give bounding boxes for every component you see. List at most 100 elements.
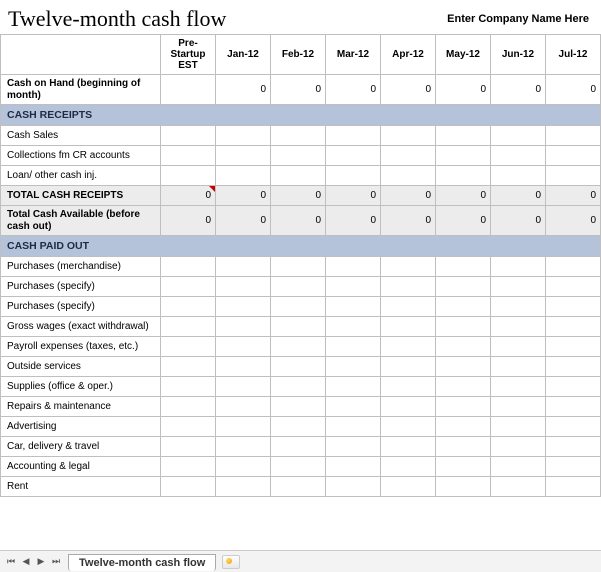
- cell[interactable]: [546, 337, 601, 357]
- nav-next-icon[interactable]: ▶: [34, 555, 48, 569]
- cell[interactable]: [546, 297, 601, 317]
- cell[interactable]: [271, 377, 326, 397]
- cell[interactable]: [326, 457, 381, 477]
- cell[interactable]: [491, 337, 546, 357]
- cell[interactable]: 0: [436, 75, 491, 105]
- company-name[interactable]: Enter Company Name Here: [447, 13, 589, 25]
- label[interactable]: Cash on Hand (beginning of month): [1, 75, 161, 105]
- cell[interactable]: [271, 297, 326, 317]
- nav-prev-icon[interactable]: ◀: [19, 555, 33, 569]
- cell[interactable]: [381, 257, 436, 277]
- cell[interactable]: [546, 146, 601, 166]
- cell[interactable]: 0: [491, 75, 546, 105]
- cell[interactable]: [546, 357, 601, 377]
- cell[interactable]: [161, 277, 216, 297]
- cell[interactable]: [381, 126, 436, 146]
- cell[interactable]: 0: [436, 186, 491, 206]
- cell[interactable]: 0: [491, 206, 546, 236]
- label[interactable]: Loan/ other cash inj.: [1, 166, 161, 186]
- cell[interactable]: [161, 377, 216, 397]
- cell[interactable]: [381, 146, 436, 166]
- cell[interactable]: [326, 437, 381, 457]
- cell[interactable]: [491, 126, 546, 146]
- col-prestartup[interactable]: Pre-Startup EST: [161, 35, 216, 75]
- cell[interactable]: [216, 257, 271, 277]
- cell[interactable]: [161, 257, 216, 277]
- cell[interactable]: [326, 126, 381, 146]
- cell[interactable]: [436, 146, 491, 166]
- cell[interactable]: [161, 417, 216, 437]
- cell[interactable]: [271, 357, 326, 377]
- cell[interactable]: [161, 317, 216, 337]
- cell[interactable]: [381, 437, 436, 457]
- cell[interactable]: [271, 417, 326, 437]
- cell[interactable]: [271, 437, 326, 457]
- cell[interactable]: 0: [216, 186, 271, 206]
- label[interactable]: Collections fm CR accounts: [1, 146, 161, 166]
- col-mar[interactable]: Mar-12: [326, 35, 381, 75]
- cell[interactable]: 0: [271, 186, 326, 206]
- cell[interactable]: [436, 477, 491, 497]
- cell[interactable]: [271, 317, 326, 337]
- cell[interactable]: [161, 75, 216, 105]
- cell[interactable]: [271, 146, 326, 166]
- cell[interactable]: [546, 257, 601, 277]
- cell[interactable]: [216, 277, 271, 297]
- cell[interactable]: [271, 257, 326, 277]
- cell[interactable]: [381, 397, 436, 417]
- cell[interactable]: 0: [161, 206, 216, 236]
- cell[interactable]: [546, 397, 601, 417]
- cell[interactable]: [436, 377, 491, 397]
- cell[interactable]: [271, 397, 326, 417]
- cell[interactable]: [546, 317, 601, 337]
- col-feb[interactable]: Feb-12: [271, 35, 326, 75]
- label[interactable]: Cash Sales: [1, 126, 161, 146]
- cell[interactable]: [326, 377, 381, 397]
- label[interactable]: Accounting & legal: [1, 457, 161, 477]
- cell[interactable]: 0: [381, 75, 436, 105]
- col-may[interactable]: May-12: [436, 35, 491, 75]
- cell[interactable]: [216, 357, 271, 377]
- cell[interactable]: [271, 337, 326, 357]
- cell[interactable]: [161, 357, 216, 377]
- cell[interactable]: [381, 377, 436, 397]
- label[interactable]: Purchases (specify): [1, 277, 161, 297]
- cell[interactable]: [436, 417, 491, 437]
- cell[interactable]: 0: [546, 186, 601, 206]
- cell[interactable]: 0: [216, 75, 271, 105]
- cell[interactable]: [271, 457, 326, 477]
- cell[interactable]: [546, 377, 601, 397]
- cell[interactable]: [216, 126, 271, 146]
- cell[interactable]: [491, 257, 546, 277]
- cell[interactable]: [381, 457, 436, 477]
- cell[interactable]: 0: [381, 206, 436, 236]
- nav-last-icon[interactable]: ⏭: [49, 555, 63, 569]
- cell[interactable]: [161, 437, 216, 457]
- cell[interactable]: [326, 397, 381, 417]
- cell[interactable]: [216, 297, 271, 317]
- cell[interactable]: [381, 277, 436, 297]
- col-jan[interactable]: Jan-12: [216, 35, 271, 75]
- cell[interactable]: [271, 126, 326, 146]
- cell[interactable]: [161, 166, 216, 186]
- cell[interactable]: [491, 317, 546, 337]
- cell[interactable]: [161, 146, 216, 166]
- cell[interactable]: [381, 337, 436, 357]
- new-sheet-icon[interactable]: [222, 555, 240, 569]
- cell[interactable]: [546, 457, 601, 477]
- label[interactable]: Payroll expenses (taxes, etc.): [1, 337, 161, 357]
- cell[interactable]: [271, 166, 326, 186]
- cell[interactable]: [436, 317, 491, 337]
- cell[interactable]: [436, 126, 491, 146]
- cell[interactable]: [216, 397, 271, 417]
- cell[interactable]: [491, 277, 546, 297]
- cell[interactable]: [216, 477, 271, 497]
- label[interactable]: Advertising: [1, 417, 161, 437]
- cell[interactable]: [161, 337, 216, 357]
- cell[interactable]: [491, 146, 546, 166]
- cell[interactable]: [546, 166, 601, 186]
- cell[interactable]: [436, 277, 491, 297]
- cell[interactable]: [546, 417, 601, 437]
- cell[interactable]: [491, 357, 546, 377]
- cell[interactable]: [326, 317, 381, 337]
